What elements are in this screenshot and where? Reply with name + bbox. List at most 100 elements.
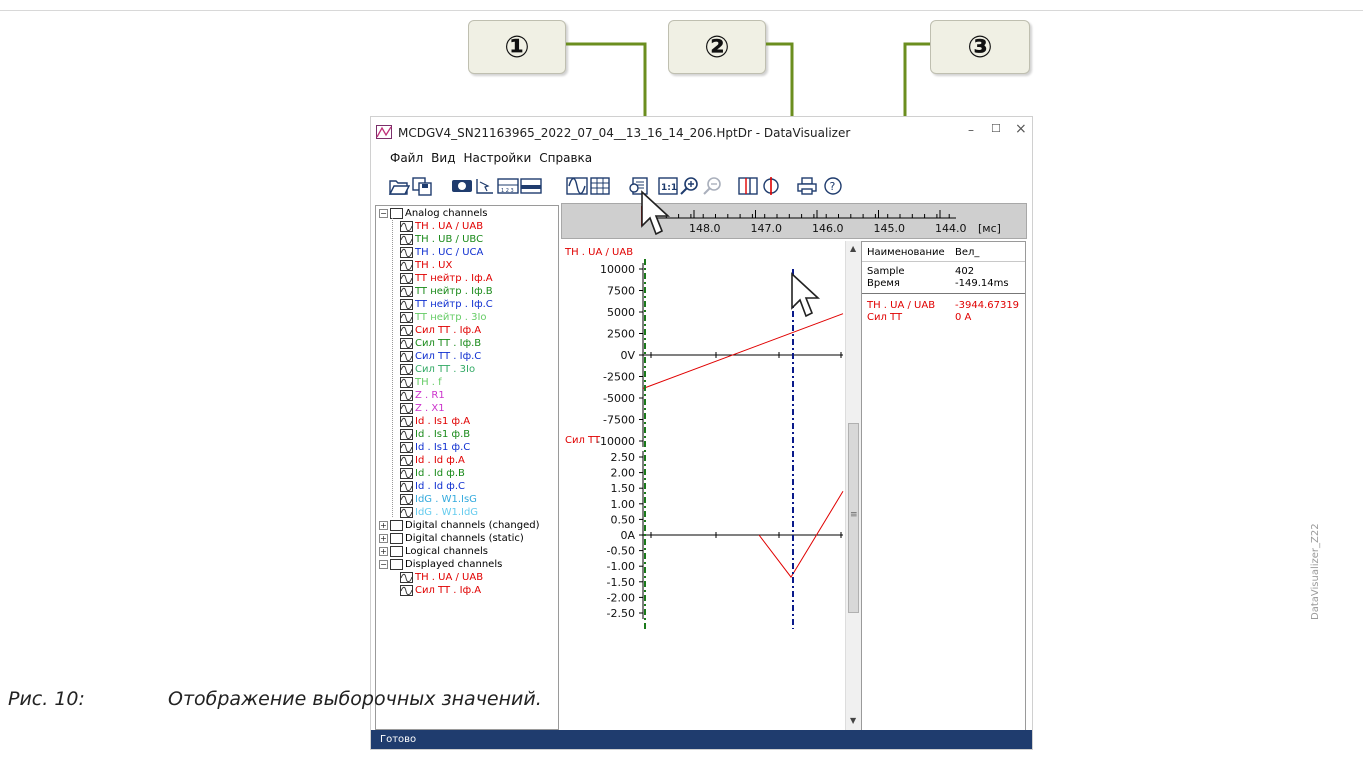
tree-group-label: Digital channels (static) bbox=[405, 533, 524, 544]
waveform-icon bbox=[400, 377, 413, 388]
tree-channel-label: Id . Is1 ф.B bbox=[415, 429, 471, 440]
svg-text:?: ? bbox=[830, 180, 836, 193]
ruler-icon[interactable]: 1 2 3 bbox=[497, 175, 519, 197]
expand-icon[interactable]: + bbox=[379, 547, 388, 556]
tree-channel-item[interactable]: TH . UB / UBC bbox=[400, 233, 483, 246]
layout-icon[interactable] bbox=[520, 175, 542, 197]
collapse-icon[interactable]: − bbox=[379, 560, 388, 569]
expand-icon[interactable]: + bbox=[379, 534, 388, 543]
scroll-up-icon[interactable]: ▲ bbox=[850, 244, 856, 253]
svg-text:1 2 3: 1 2 3 bbox=[501, 188, 514, 194]
expand-icon[interactable]: + bbox=[379, 521, 388, 530]
tree-channel-item[interactable]: TH . f bbox=[400, 376, 442, 389]
tree-channel-item[interactable]: TH . UA / UAB bbox=[400, 571, 483, 584]
tree-channel-label: Id . Is1 ф.C bbox=[415, 442, 471, 453]
tree-channel-item[interactable]: TT нейтр . Iф.A bbox=[400, 272, 493, 285]
tree-channel-item[interactable]: Z . R1 bbox=[400, 389, 445, 402]
y-tick-label: 1.00 bbox=[611, 498, 636, 511]
open-icon[interactable] bbox=[388, 175, 410, 197]
tree-channel-item[interactable]: IdG . W1.IdG bbox=[400, 506, 478, 519]
tree-group[interactable]: − Displayed channels bbox=[379, 558, 502, 571]
mouse-pointer-icon bbox=[641, 190, 671, 236]
tree-group[interactable]: + Digital channels (changed) bbox=[379, 519, 540, 532]
tree-channel-label: TT нейтр . Iф.A bbox=[415, 273, 493, 284]
zoom-in-icon[interactable] bbox=[679, 175, 701, 197]
tree-channel-item[interactable]: IdG . W1.IsG bbox=[400, 493, 477, 506]
help-icon[interactable]: ? bbox=[822, 175, 844, 197]
info-divider bbox=[862, 293, 1025, 294]
menu-file[interactable]: Файл bbox=[390, 151, 423, 165]
scroll-thumb[interactable]: ≡ bbox=[848, 423, 859, 613]
waveform-icon bbox=[400, 481, 413, 492]
tree-channel-item[interactable]: Id . Id ф.B bbox=[400, 467, 465, 480]
tree-channel-item[interactable]: Id . Id ф.C bbox=[400, 480, 465, 493]
y-tick-label: -1.50 bbox=[607, 576, 635, 589]
plot-scrollbar[interactable]: ▲ ≡ ▼ bbox=[845, 241, 861, 731]
minimize-button[interactable]: – bbox=[968, 123, 974, 137]
channel-group-icon bbox=[390, 546, 403, 557]
tree-channel-label: Id . Is1 ф.A bbox=[415, 416, 471, 427]
tree-channel-item[interactable]: Сил TT . Iф.C bbox=[400, 350, 481, 363]
tree-channel-item[interactable]: Id . Id ф.A bbox=[400, 454, 465, 467]
y-tick-label: -5000 bbox=[603, 392, 635, 405]
time-axis-ruler: 148.0 147.0 146.0 145.0 144.0 [мс] bbox=[641, 206, 1001, 235]
status-text: Готово bbox=[380, 734, 417, 745]
tree-channel-label: Сил TT . Iф.B bbox=[415, 338, 482, 349]
tree-channel-label: Сил TT . 3Io bbox=[415, 364, 476, 375]
tree-group[interactable]: + Digital channels (static) bbox=[379, 532, 524, 545]
collapse-icon[interactable]: − bbox=[379, 209, 388, 218]
caption-label: Рис. 10: bbox=[8, 688, 85, 710]
select-icon[interactable] bbox=[474, 175, 496, 197]
y-tick-label: -7500 bbox=[603, 414, 635, 427]
maximize-button[interactable]: ☐ bbox=[991, 122, 1001, 135]
channel-group-icon bbox=[390, 559, 403, 570]
figure-caption: Рис. 10: Отображение выборочных значений. bbox=[8, 688, 542, 710]
tree-channel-item[interactable]: Z . X1 bbox=[400, 402, 445, 415]
toolbar: 1 2 3 1:1 ? bbox=[371, 171, 1032, 203]
tree-channel-item[interactable]: TH . UC / UCA bbox=[400, 246, 483, 259]
window-title: MCDGV4_SN21163965_2022_07_04__13_16_14_2… bbox=[398, 126, 851, 140]
tree-channel-item[interactable]: Сил TT . Iф.A bbox=[400, 324, 481, 337]
phasor-icon[interactable] bbox=[760, 175, 782, 197]
waveform-icon bbox=[400, 468, 413, 479]
scroll-down-icon[interactable]: ▼ bbox=[850, 716, 856, 725]
grid-icon[interactable] bbox=[589, 175, 611, 197]
tree-channel-item[interactable]: TH . UX bbox=[400, 259, 452, 272]
menu-view[interactable]: Вид bbox=[431, 151, 455, 165]
print-icon[interactable] bbox=[796, 175, 818, 197]
tree-group[interactable]: + Logical channels bbox=[379, 545, 488, 558]
y-tick-label: 2.50 bbox=[611, 451, 636, 464]
app-window: MCDGV4_SN21163965_2022_07_04__13_16_14_2… bbox=[370, 116, 1033, 750]
zoom-out-icon[interactable] bbox=[702, 175, 724, 197]
tree-channel-label: TT нейтр . 3Io bbox=[415, 312, 487, 323]
waveform-icon bbox=[400, 234, 413, 245]
tree-channel-item[interactable]: Id . Is1 ф.C bbox=[400, 441, 470, 454]
waveform-icon bbox=[400, 338, 413, 349]
tree-channel-label: Z . X1 bbox=[415, 403, 445, 414]
tree-group[interactable]: − Analog channels bbox=[379, 207, 488, 220]
tree-channel-item[interactable]: TT нейтр . Iф.C bbox=[400, 298, 493, 311]
grip-icon: ≡ bbox=[850, 510, 858, 520]
tree-channel-item[interactable]: Id . Is1 ф.A bbox=[400, 415, 470, 428]
tree-channel-item[interactable]: TH . UA / UAB bbox=[400, 220, 483, 233]
cursor-sync-icon[interactable] bbox=[737, 175, 759, 197]
tree-channel-label: TH . f bbox=[415, 377, 442, 388]
tree-channel-item[interactable]: TT нейтр . Iф.B bbox=[400, 285, 493, 298]
tree-channel-label: Id . Id ф.B bbox=[415, 468, 465, 479]
menu-settings[interactable]: Настройки bbox=[463, 151, 531, 165]
ruler-tick-label: 145.0 bbox=[874, 222, 906, 235]
wave-icon[interactable] bbox=[566, 175, 588, 197]
tree-channel-item[interactable]: Сил TT . 3Io bbox=[400, 363, 475, 376]
tree-channel-item[interactable]: Сил TT . Iф.A bbox=[400, 584, 481, 597]
cursor-icon[interactable] bbox=[451, 175, 473, 197]
waveform-icon bbox=[400, 403, 413, 414]
waveform-icon bbox=[400, 364, 413, 375]
tree-channel-item[interactable]: Сил TT . Iф.B bbox=[400, 337, 481, 350]
ruler-unit: [мс] bbox=[978, 222, 1001, 235]
menu-help[interactable]: Справка bbox=[539, 151, 592, 165]
tree-channel-item[interactable]: TT нейтр . 3Io bbox=[400, 311, 487, 324]
tree-channel-item[interactable]: Id . Is1 ф.B bbox=[400, 428, 470, 441]
save-icon[interactable] bbox=[411, 175, 433, 197]
app-logo-icon bbox=[376, 125, 392, 139]
close-button[interactable]: × bbox=[1015, 121, 1027, 137]
